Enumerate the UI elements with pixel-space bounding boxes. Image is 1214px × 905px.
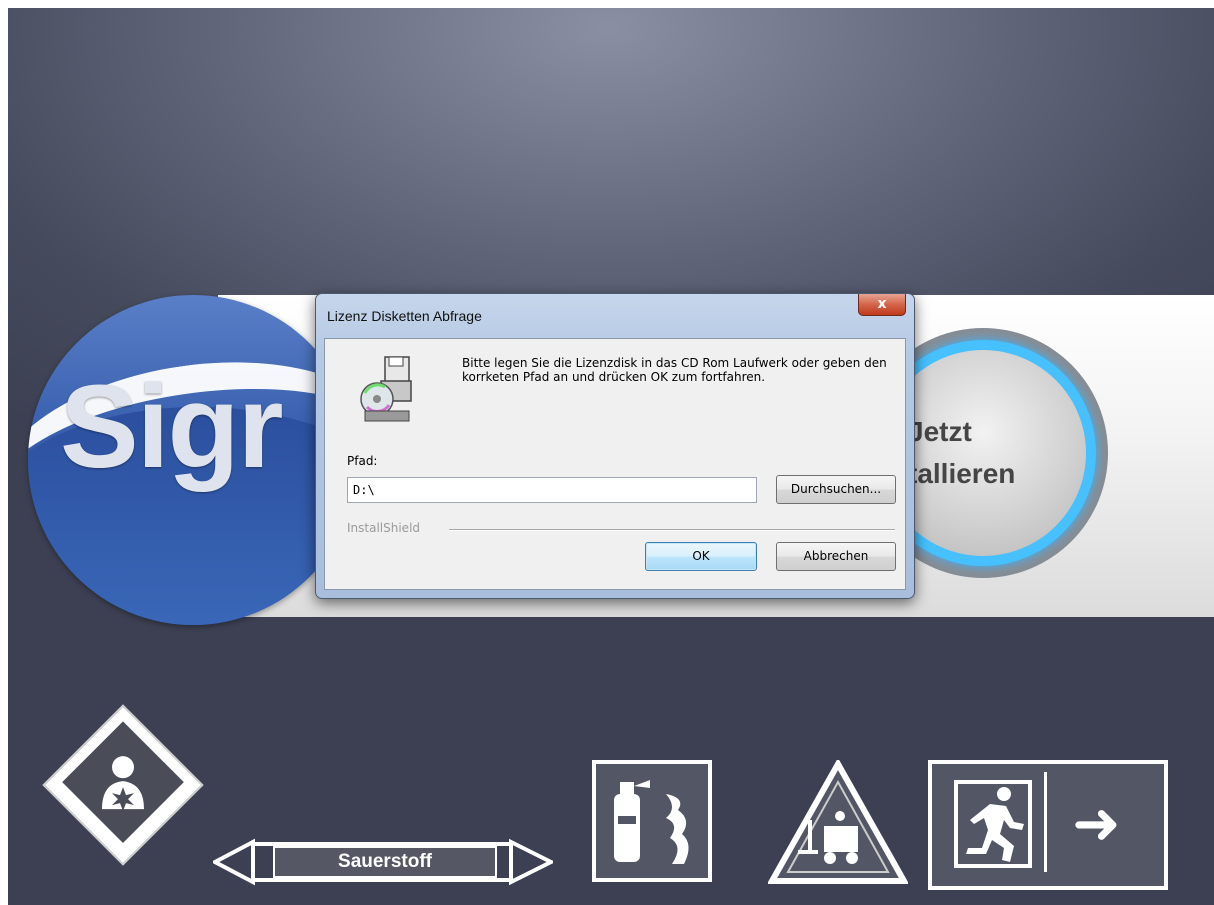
disk-drive-icon — [360, 356, 412, 422]
dialog-title: Lizenz Disketten Abfrage — [327, 308, 482, 324]
cancel-button[interactable]: Abbrechen — [776, 542, 896, 571]
fire-extinguisher-sign-icon — [592, 760, 712, 882]
installer-background: Sigr Jetzt tallieren Sauerstoff ➜ Lizenz… — [8, 8, 1214, 905]
installshield-label: InstallShield — [347, 521, 421, 535]
license-disk-dialog: Lizenz Disketten Abfrage x Bitte legen S… — [315, 293, 915, 599]
install-now-line2: tallieren — [908, 458, 1016, 489]
logo-text: Sigr — [60, 361, 283, 493]
arrow-right-icon: ➜ — [1072, 789, 1121, 857]
dialog-message: Bitte legen Sie die Lizenzdisk in das CD… — [462, 356, 887, 384]
install-now-label: Jetzt tallieren — [908, 411, 1015, 495]
dialog-titlebar[interactable]: Lizenz Disketten Abfrage x — [316, 294, 914, 332]
path-label: Pfad: — [347, 454, 378, 468]
browse-button[interactable]: Durchsuchen... — [776, 475, 896, 504]
ok-button[interactable]: OK — [645, 542, 757, 571]
forklift-warning-sign-icon — [768, 760, 908, 884]
install-now-line1: Jetzt — [908, 416, 972, 447]
close-button[interactable]: x — [858, 294, 906, 316]
dialog-client-area: Bitte legen Sie die Lizenzdisk in das CD… — [324, 338, 906, 590]
health-hazard-sign-icon — [42, 704, 204, 866]
close-icon: x — [877, 296, 887, 312]
emergency-exit-sign-icon: ➜ — [928, 760, 1168, 890]
divider — [449, 529, 895, 531]
pipe-marker-label: Sauerstoff — [273, 846, 497, 878]
path-input[interactable]: D:\ — [347, 477, 757, 503]
